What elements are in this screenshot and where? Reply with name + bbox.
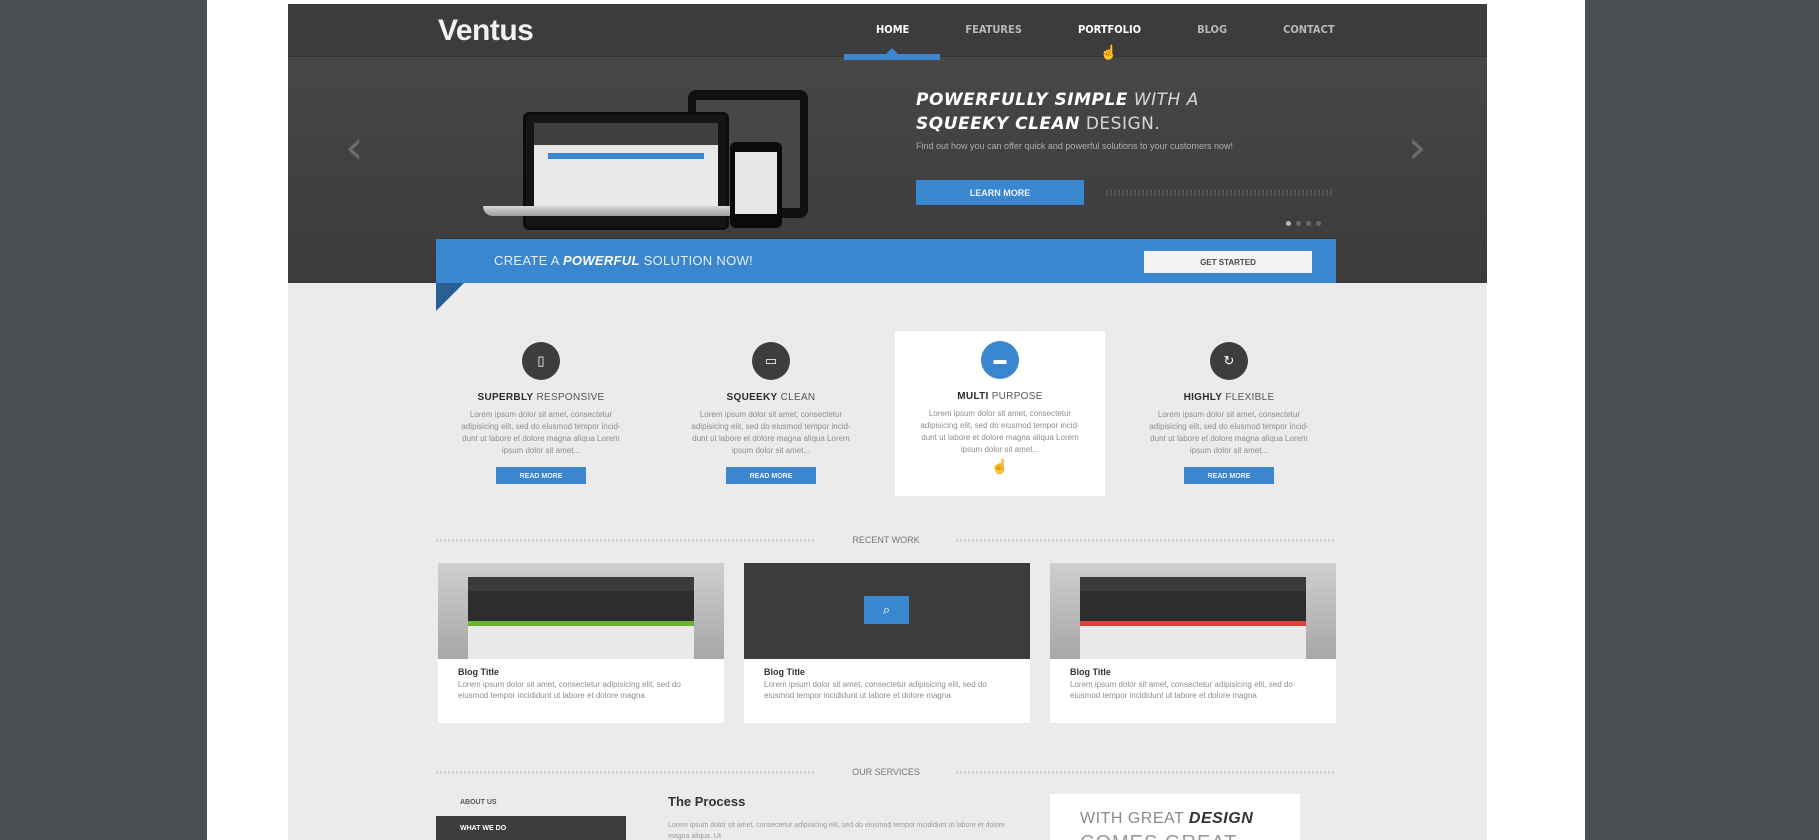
refresh-icon: ↻ [1210, 342, 1248, 380]
work-title[interactable]: Blog Title [1070, 667, 1111, 677]
slider-dot[interactable] [1316, 221, 1321, 226]
laptop-base [483, 206, 743, 216]
slider-prev-arrow-icon[interactable]: ‹ [345, 124, 363, 170]
work-title[interactable]: Blog Title [764, 667, 805, 677]
services-menu: ABOUT US WHAT WE DO [436, 790, 626, 840]
read-more-button[interactable]: READ MORE [496, 467, 586, 484]
feature-multipurpose[interactable]: ▬ MULTI PURPOSE Lorem ipsum dolor sit am… [895, 331, 1105, 496]
feature-title: SUPERBLY RESPONSIVE [477, 392, 605, 403]
hero-title: POWERFULLY SIMPLE WITH A SQUEEKY CLEAN D… [916, 90, 1199, 134]
nav-features[interactable]: FEATURES [937, 4, 1050, 56]
work-card[interactable]: Blog Title Lorem ipsum dolor sit amet, c… [438, 563, 724, 723]
services-menu-about[interactable]: ABOUT US [436, 790, 626, 816]
feature-description: Lorem ipsum dolor sit amet, consectetur … [920, 409, 1080, 454]
website-mockup: Ventus HOME FEATURES PORTFOLIO BLOG CONT… [288, 4, 1487, 840]
feature-description: Lorem ipsum dolor sit amet, consectetur … [461, 410, 621, 455]
slider-dot[interactable] [1286, 221, 1291, 226]
cta-fold [436, 283, 464, 311]
cta-text: CREATE A POWERFUL SOLUTION NOW! [494, 253, 753, 268]
process-description: Lorem ipsum dolor sit amet, consectetur … [668, 822, 1005, 840]
devices-illustration [483, 86, 818, 230]
section-title: RECENT WORK [852, 535, 920, 545]
feature-flexible: ↻ HIGHLY FLEXIBLE Lorem ipsum dolor sit … [1124, 332, 1334, 484]
recent-work-heading: RECENT WORK [436, 534, 1336, 546]
nav-blog[interactable]: BLOG [1169, 4, 1255, 56]
services-menu-what-we-do[interactable]: WHAT WE DO [436, 816, 626, 840]
work-card[interactable]: Blog Title Lorem ipsum dolor sit amet, c… [1050, 563, 1336, 723]
brand-logo[interactable]: Ventus [438, 14, 534, 48]
feature-description: Lorem ipsum dolor sit amet, consectetur … [1149, 410, 1309, 455]
work-thumbnail: ⌕ [744, 563, 1030, 659]
work-card[interactable]: ⌕ Blog Title Lorem ipsum dolor sit amet,… [744, 563, 1030, 723]
hero-divider [1106, 190, 1334, 196]
feature-clean: ▭ SQUEEKY CLEAN Lorem ipsum dolor sit am… [666, 332, 876, 484]
get-started-button[interactable]: GET STARTED [1144, 251, 1312, 273]
feature-title: MULTI PURPOSE [957, 391, 1043, 402]
slider-dot[interactable] [1306, 221, 1311, 226]
read-more-button[interactable]: READ MORE [726, 467, 816, 484]
feature-responsive: ▯ SUPERBLY RESPONSIVE Lorem ipsum dolor … [436, 332, 646, 484]
slider-dot[interactable] [1296, 221, 1301, 226]
laptop-icon: ▬ [981, 341, 1019, 379]
tablet-icon: ▯ [522, 342, 560, 380]
read-more-button[interactable]: READ MORE [1184, 467, 1274, 484]
quote-box: WITH GREAT DESIGN COMES GREAT [1050, 794, 1300, 840]
active-tab-indicator [844, 48, 940, 60]
hero-description: Find out how you can offer quick and pow… [916, 141, 1234, 151]
search-icon[interactable]: ⌕ [864, 596, 909, 624]
services-heading: OUR SERVICES [436, 766, 1336, 778]
work-description: Lorem ipsum dolor sit amet, consectetur … [458, 680, 681, 700]
monitor-icon: ▭ [752, 342, 790, 380]
hand-cursor-icon: ☝ [991, 458, 1009, 474]
feature-description: Lorem ipsum dolor sit amet, consectetur … [691, 410, 851, 455]
quote-line-1: WITH GREAT DESIGN [1080, 810, 1254, 827]
hand-cursor-icon: ☝ [1100, 44, 1118, 60]
features-row: ▯ SUPERBLY RESPONSIVE Lorem ipsum dolor … [436, 331, 1336, 502]
cta-banner: CREATE A POWERFUL SOLUTION NOW! GET STAR… [436, 239, 1336, 283]
feature-title: HIGHLY FLEXIBLE [1183, 392, 1275, 403]
work-thumbnail [438, 563, 724, 659]
quote-line-2: COMES GREAT [1080, 832, 1300, 840]
work-description: Lorem ipsum dolor sit amet, consectetur … [764, 680, 987, 700]
nav-contact[interactable]: CONTACT [1255, 4, 1363, 56]
section-title: OUR SERVICES [852, 767, 920, 777]
work-thumbnail [1050, 563, 1336, 659]
learn-more-button[interactable]: LEARN MORE [916, 180, 1084, 205]
work-description: Lorem ipsum dolor sit amet, consectetur … [1070, 680, 1293, 700]
slider-dots [1286, 221, 1321, 226]
phone-mockup [730, 142, 782, 228]
slider-next-arrow-icon[interactable]: › [1408, 124, 1426, 170]
process-title: The Process [668, 794, 746, 809]
feature-title: SQUEEKY CLEAN [726, 392, 816, 403]
work-title[interactable]: Blog Title [458, 667, 499, 677]
